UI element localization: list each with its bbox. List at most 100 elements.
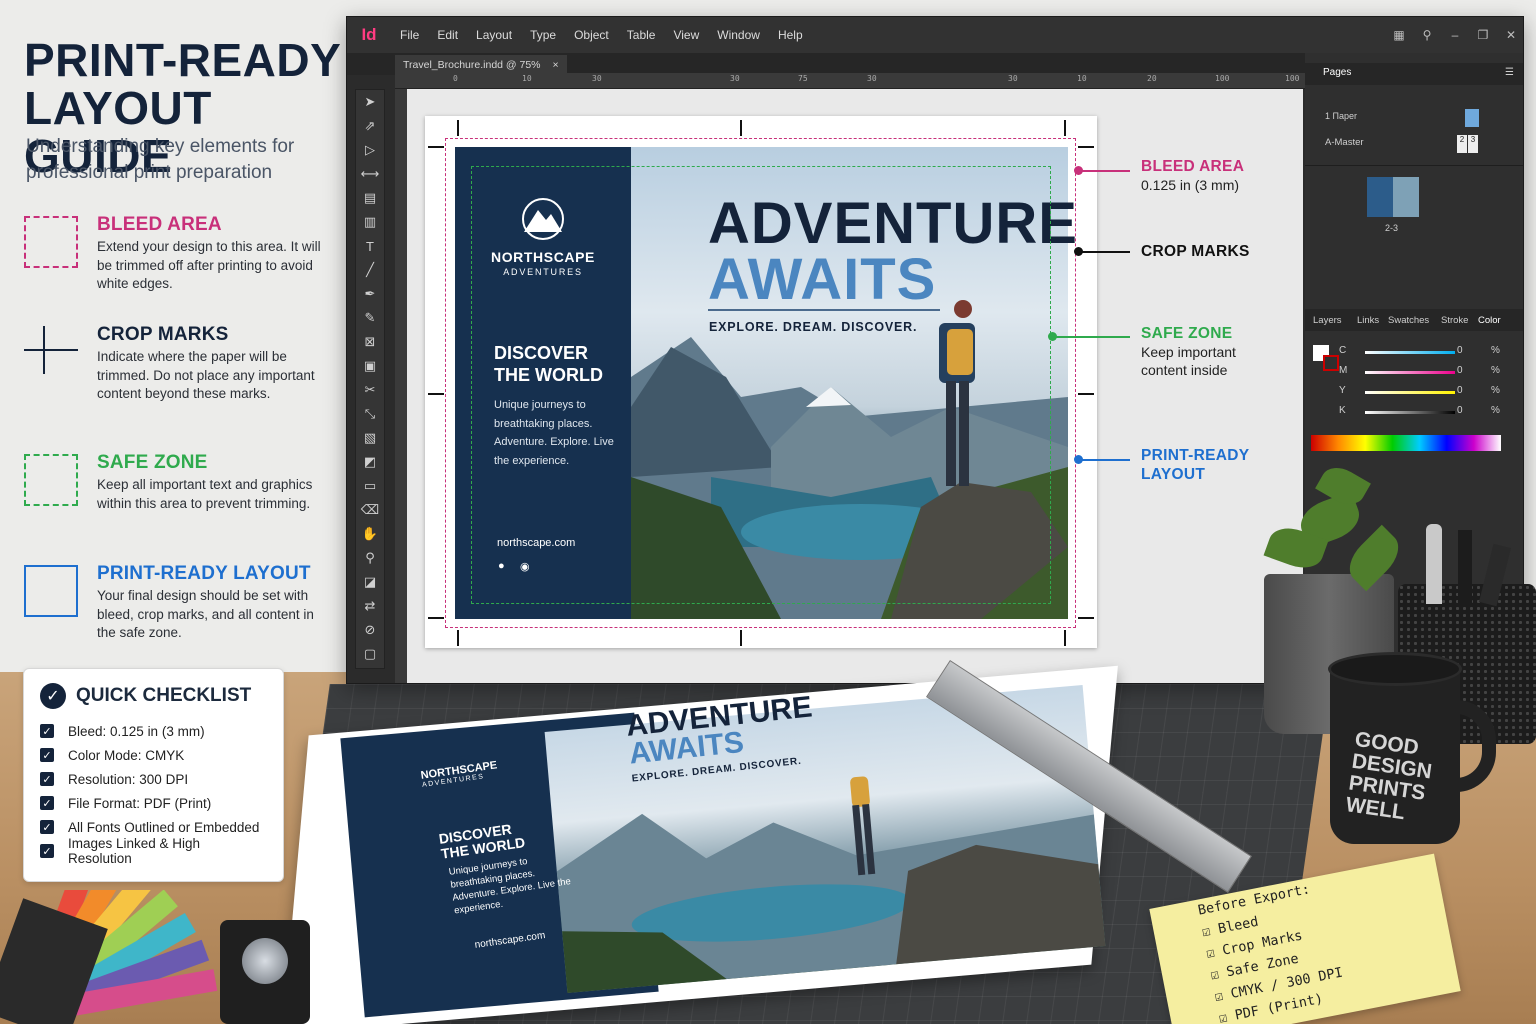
ruler-tick: 30 [730,74,740,83]
legend-heading: SAFE ZONE [97,452,208,473]
hand-tool-icon[interactable]: ✋ [356,522,384,546]
maximize-icon[interactable]: ❐ [1469,28,1497,42]
transform-tool-icon[interactable]: ⤡ [356,402,384,426]
menu-object[interactable]: Object [565,28,618,42]
crop-mark [1078,146,1094,148]
callout-leader [1052,336,1130,338]
pages-panel-tab[interactable]: Pages [1323,67,1351,78]
crop-mark [740,630,742,646]
document-tab-title: Travel_Brochure.indd @ 75% [403,59,541,71]
menu-file[interactable]: File [391,28,428,42]
gradient-tool-icon[interactable]: ▧ [356,426,384,450]
tab-close-icon[interactable]: × [553,55,559,75]
rectangle-tool-icon[interactable]: ▣ [356,354,384,378]
checkbox-icon: ✓ [40,748,54,762]
menu-edit[interactable]: Edit [428,28,467,42]
screen-mode-icon[interactable]: ▢ [356,642,384,666]
page-tool-icon[interactable]: ▷ [356,138,384,162]
callout-safe-zone: SAFE ZONE Keep important content inside [1141,325,1236,378]
yellow-value[interactable]: 0 [1457,385,1463,396]
minimize-icon[interactable]: – [1441,28,1469,42]
crop-mark [1078,617,1094,619]
page-row[interactable]: 1 Парer [1325,111,1357,121]
swap-color-icon[interactable]: ⇄ [356,594,384,618]
document-tab[interactable]: Travel_Brochure.indd @ 75% × [395,55,567,75]
cyan-slider[interactable] [1365,351,1455,354]
panel-menu-icon[interactable]: ☰ [1505,67,1514,78]
line-tool-icon[interactable]: ╱ [356,258,384,282]
yellow-slider[interactable] [1365,391,1455,394]
loupe-lens-icon [242,938,288,984]
sticky-note-text: Before Export: ☑ Bleed ☑ Crop Marks ☑ Sa… [1196,881,1345,1024]
callout-dot [1074,166,1083,175]
callout-leader [1078,170,1130,172]
page-thumbnail[interactable] [1465,109,1479,127]
ruler-tick: 30 [1008,74,1018,83]
crop-mark [1078,393,1094,395]
vertical-ruler[interactable] [395,89,407,683]
direct-selection-tool-icon[interactable]: ⇗ [356,114,384,138]
master-page-thumb[interactable]: 3 [1468,135,1478,153]
eyedropper-tool-icon[interactable]: ⌫ [356,498,384,522]
gradient-feather-tool-icon[interactable]: ◩ [356,450,384,474]
callout-dot [1048,332,1057,341]
callout-dot [1074,247,1083,256]
apply-none-icon[interactable]: ⊘ [356,618,384,642]
workspace-icon[interactable]: ▦ [1385,28,1413,42]
ruler-tick: 75 [798,74,808,83]
search-tool-icon[interactable]: ⚲ [1413,28,1441,42]
menu-layout[interactable]: Layout [467,28,521,42]
zoom-tool-icon[interactable]: ⚲ [356,546,384,570]
scissors-tool-icon[interactable]: ✂ [356,378,384,402]
quick-checklist: ✓ QUICK CHECKLIST ✓ Bleed: 0.125 in (3 mm)… [23,668,284,882]
note-tool-icon[interactable]: ▭ [356,474,384,498]
frame-tool-icon[interactable]: ⊠ [356,330,384,354]
spread-thumbnail[interactable] [1367,177,1419,217]
menu-view[interactable]: View [664,28,708,42]
pen [1458,530,1472,604]
tab-links[interactable]: Links [1357,315,1379,326]
ruler-tick: 100 [1215,74,1230,83]
cyan-value[interactable]: 0 [1457,345,1463,356]
menu-table[interactable]: Table [618,28,665,42]
color-ramp[interactable] [1311,435,1501,451]
gap-tool-icon[interactable]: ⟷ [356,162,384,186]
selection-tool-icon[interactable]: ➤ [356,90,384,114]
safe-zone-swatch-icon [24,454,78,506]
pen-tool-icon[interactable]: ✒ [356,282,384,306]
ruler-tick: 30 [867,74,877,83]
pencil-tool-icon[interactable]: ✎ [356,306,384,330]
checklist-item: ✓ Bleed: 0.125 in (3 mm) [40,719,267,743]
menu-window[interactable]: Window [708,28,769,42]
crop-mark [1064,630,1066,646]
content-collector-icon[interactable]: ▤ [356,186,384,210]
master-page-thumb[interactable]: 2 [1457,135,1467,153]
menu-help[interactable]: Help [769,28,812,42]
black-slider[interactable] [1365,411,1455,414]
fill-stroke-icon[interactable]: ◪ [356,570,384,594]
bleed-swatch-icon [24,216,78,268]
black-value[interactable]: 0 [1457,405,1463,416]
tab-stroke[interactable]: Stroke [1441,315,1468,326]
type-tool-icon[interactable]: T [356,234,384,258]
crop-mark [457,120,459,136]
safe-zone-guide[interactable] [471,166,1051,604]
master-row[interactable]: A-Master [1325,137,1364,148]
menu-type[interactable]: Type [521,28,565,42]
tab-swatches[interactable]: Swatches [1388,315,1429,326]
magenta-value[interactable]: 0 [1457,365,1463,376]
tab-layers[interactable]: Layers [1313,315,1342,326]
tab-color[interactable]: Color [1478,315,1501,326]
legend-text: Your final design should be set with ble… [97,588,314,640]
checklist-item: ✓ Resolution: 300 DPI [40,767,267,791]
crop-mark [428,146,444,148]
crop-mark [1064,120,1066,136]
close-icon[interactable]: ✕ [1497,28,1523,42]
checklist-item: ✓ Images Linked & High Resolution [40,836,267,866]
callout-leader [1078,251,1130,253]
horizontal-ruler[interactable]: 0 10 30 30 75 30 30 10 20 100 100 [395,73,1305,89]
ruler-tick: 0 [453,74,458,83]
magenta-slider[interactable] [1365,371,1455,374]
callout-leader [1078,459,1130,461]
content-placer-icon[interactable]: ▥ [356,210,384,234]
